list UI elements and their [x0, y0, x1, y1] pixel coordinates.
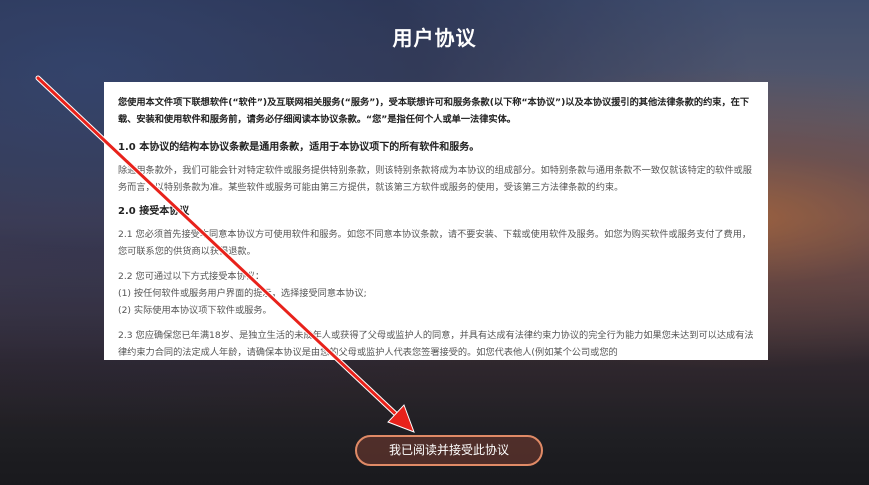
annotation-arrow-icon — [35, 75, 415, 433]
